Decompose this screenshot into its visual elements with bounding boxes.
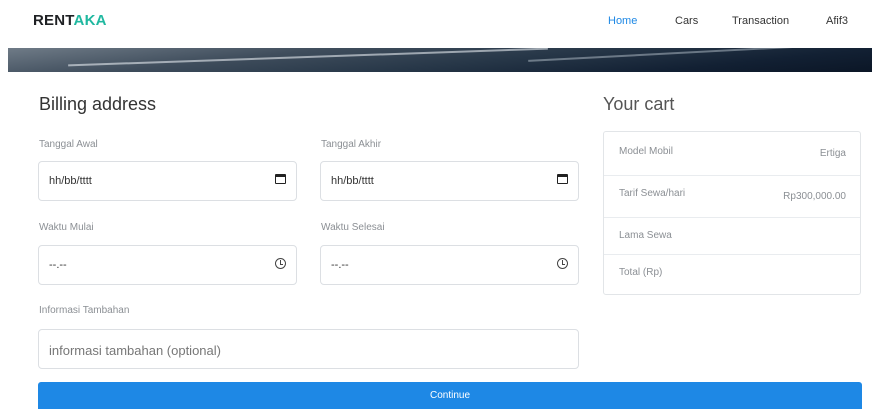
banner-streak <box>528 48 828 62</box>
nav-transaction[interactable]: Transaction <box>732 15 789 27</box>
calendar-icon[interactable] <box>275 174 286 184</box>
start-date-input[interactable]: hh/bb/tttt <box>38 161 297 201</box>
banner-streak <box>68 48 548 67</box>
clock-icon[interactable] <box>275 258 286 269</box>
end-time-input[interactable]: --.-- <box>320 245 579 285</box>
brand-logo[interactable]: RENTAKA <box>33 12 107 29</box>
cart-row-rate: Tarif Sewa/hari Rp300,000.00 <box>604 176 860 218</box>
cart-value: Rp300,000.00 <box>783 191 846 202</box>
end-time-label: Waktu Selesai <box>321 222 385 233</box>
nav-cars[interactable]: Cars <box>675 15 698 27</box>
navbar: RENTAKA Home Cars Transaction Afif3 <box>0 0 872 44</box>
brand-part-1: RENT <box>33 12 74 29</box>
billing-title: Billing address <box>39 94 157 114</box>
cart-key: Lama Sewa <box>619 230 672 241</box>
start-time-input[interactable]: --.-- <box>38 245 297 285</box>
extra-info-label: Informasi Tambahan <box>39 305 130 316</box>
end-date-value: hh/bb/tttt <box>331 175 374 187</box>
cart-row-duration: Lama Sewa <box>604 218 860 255</box>
nav-user[interactable]: Afif3 <box>826 15 848 27</box>
start-time-value: --.-- <box>49 259 67 271</box>
cart-row-model: Model Mobil Ertiga <box>604 132 860 176</box>
cart-value: Ertiga <box>819 148 846 159</box>
end-date-input[interactable]: hh/bb/tttt <box>320 161 579 201</box>
clock-icon[interactable] <box>557 258 568 269</box>
cart-list: Model Mobil Ertiga Tarif Sewa/hari Rp300… <box>603 131 861 295</box>
cart-key: Total (Rp) <box>619 267 663 278</box>
hero-banner <box>8 48 872 72</box>
brand-part-2: AKA <box>73 12 107 29</box>
cart-row-total: Total (Rp) <box>604 255 860 295</box>
extra-info-placeholder: informasi tambahan (optional) <box>49 343 221 358</box>
continue-button[interactable]: Continue <box>38 382 862 409</box>
start-time-label: Waktu Mulai <box>39 222 94 233</box>
cart-key: Tarif Sewa/hari <box>619 188 686 199</box>
calendar-icon[interactable] <box>557 174 568 184</box>
cart-title: Your cart <box>603 94 675 114</box>
extra-info-textarea[interactable]: informasi tambahan (optional) <box>38 329 579 369</box>
end-date-label: Tanggal Akhir <box>321 139 382 150</box>
end-time-value: --.-- <box>331 259 349 271</box>
cart-key: Model Mobil <box>619 146 673 157</box>
start-date-label: Tanggal Awal <box>39 139 98 150</box>
start-date-value: hh/bb/tttt <box>49 175 92 187</box>
nav-home[interactable]: Home <box>608 15 637 27</box>
